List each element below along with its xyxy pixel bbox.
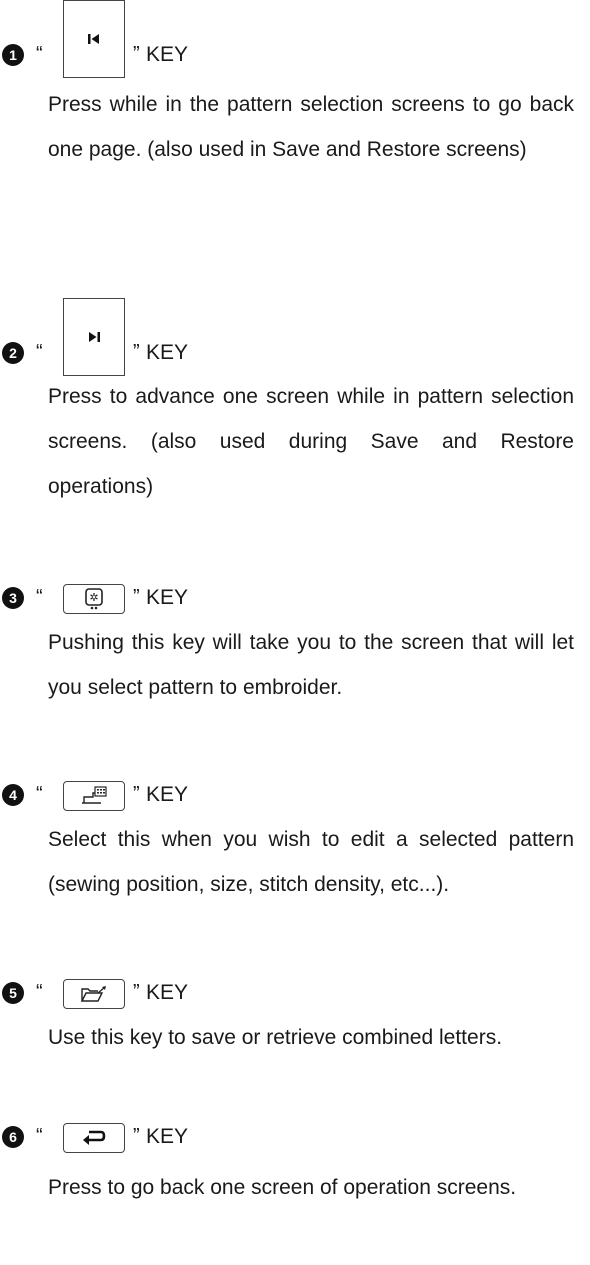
edit-pattern-icon [82,786,107,804]
item-number-badge: 3 [2,587,24,609]
key-label: KEY [146,586,189,609]
skip-forward-icon [89,332,100,342]
open-quote: “ [36,43,43,65]
open-quote: “ [36,341,43,363]
folder-save-icon [80,986,106,1002]
embroidery-pattern-icon: ✲ [85,588,103,610]
close-quote: ” [133,43,140,65]
key-label: KEY [146,1125,189,1148]
return-arrow-icon [83,1130,106,1145]
key-label: KEY [146,341,189,364]
open-quote: “ [36,981,43,1003]
folder-save-key [63,979,125,1009]
close-quote: ” [133,341,140,363]
item-number-badge: 2 [2,342,24,364]
item-number-badge: 5 [2,982,24,1004]
item-number-badge: 4 [2,784,24,806]
close-quote: ” [133,1125,140,1147]
edit-pattern-key [63,781,125,811]
skip-back-key [63,0,125,78]
skip-forward-key [63,298,125,376]
item-number-badge: 6 [2,1126,24,1148]
open-quote: “ [36,1125,43,1147]
key-description: Use this key to save or retrieve combine… [48,1026,503,1049]
embroidery-pattern-key: ✲ [63,584,125,614]
key-description: Press to go back one screen of operation… [48,1176,517,1199]
skip-back-icon [88,34,99,44]
key-description: Press while in the pattern selection scr… [48,93,574,161]
key-description: Select this when you wish to edit a sele… [48,828,574,896]
return-key [63,1123,125,1153]
item-number-badge: 1 [2,44,24,66]
key-label: KEY [146,981,189,1004]
key-description: Pushing this key will take you to the sc… [48,631,574,699]
key-label: KEY [146,43,189,66]
open-quote: “ [36,783,43,805]
key-label: KEY [146,783,189,806]
open-quote: “ [36,586,43,608]
close-quote: ” [133,981,140,1003]
close-quote: ” [133,783,140,805]
key-description: Press to advance one screen while in pat… [48,385,574,498]
close-quote: ” [133,586,140,608]
svg-text:✲: ✲ [89,591,98,604]
